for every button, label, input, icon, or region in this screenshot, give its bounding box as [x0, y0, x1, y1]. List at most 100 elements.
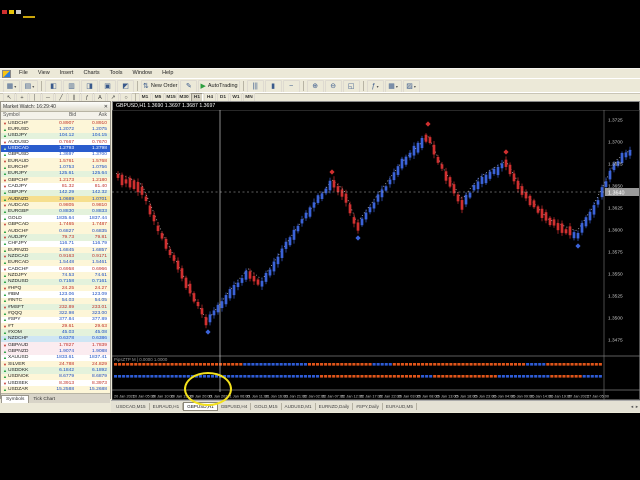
navigator-button[interactable]: ◨: [81, 80, 98, 93]
market-watch-row-eurchf[interactable]: ▲EURCHF1.07531.0756: [1, 164, 110, 170]
market-watch-row-silver[interactable]: ▼SILVER24.78824.829: [1, 361, 110, 367]
menu-help[interactable]: Help: [157, 69, 178, 78]
indicators-button[interactable]: ƒ▾: [367, 80, 384, 93]
templates-button[interactable]: ▨▾: [403, 80, 420, 93]
market-watch-row-usdnok[interactable]: ▲USDNOK8.67798.6879: [1, 374, 110, 380]
market-watch-tab-symbols[interactable]: Symbols: [1, 395, 29, 403]
market-watch-row-usdcad[interactable]: ▲USDCAD1.27931.2798: [1, 145, 110, 151]
market-watch-row-euraud[interactable]: ▼EURAUD1.57611.5768: [1, 158, 110, 164]
market-watch-row-msft[interactable]: ▼#MSFT232.89233.01: [1, 304, 110, 310]
ask-value: 0.7670: [77, 140, 110, 145]
market-watch-row-chfjpy[interactable]: ▲CHFJPY116.71116.79: [1, 241, 110, 247]
chart-tab-euraud-h1[interactable]: EURAUD,H1: [150, 403, 184, 410]
market-watch-row-xom[interactable]: ▲#XOM45.0345.08: [1, 329, 110, 335]
market-watch-row-cadjpy[interactable]: ▼CADJPY81.3281.40: [1, 183, 110, 189]
chevron-down-icon[interactable]: ▾: [377, 84, 379, 89]
market-watch-row-hpq[interactable]: ▼#HPQ24.2524.27: [1, 285, 110, 291]
arrow-up-icon: ▲: [3, 241, 7, 246]
chevron-down-icon[interactable]: ▾: [14, 84, 16, 89]
chart-tab-usdcad-m15[interactable]: USDCAD,M15: [113, 403, 150, 410]
profiles-button[interactable]: ▤▾: [21, 80, 38, 93]
chart-tab-gold-m15[interactable]: GOLD,M15: [251, 403, 281, 410]
chart-window-title: GBPUSD,H1 1.3690 1.3697 1.3687 1.3697: [112, 101, 640, 110]
chart-tab-eurnzd-daily[interactable]: EURNZD,Daily: [316, 403, 354, 410]
market-watch-row-usdjpy[interactable]: ▲USDJPY104.12104.15: [1, 133, 110, 139]
zoom-out-button[interactable]: ⊖: [325, 80, 342, 93]
market-watch-row-audnzd[interactable]: ▲AUDNZD1.06891.0701: [1, 196, 110, 202]
market-watch-row-gold[interactable]: ▲GOLD1835.641837.44: [1, 215, 110, 221]
menu-tools[interactable]: Tools: [105, 69, 128, 78]
market-watch-row-nzdusd[interactable]: ▲NZDUSD0.71580.7161: [1, 279, 110, 285]
market-watch-row-nzdjpy[interactable]: ▲NZDJPY74.5374.61: [1, 272, 110, 278]
chevron-down-icon[interactable]: ▾: [414, 84, 416, 89]
close-icon[interactable]: ✕: [104, 104, 108, 110]
market-watch-row-eurjpy[interactable]: ▲EURJPY125.61125.64: [1, 171, 110, 177]
toolbar-separator: [303, 81, 304, 91]
market-watch-row-spy[interactable]: ▲#SPY377.84377.89: [1, 317, 110, 323]
market-watch-row-audchf[interactable]: ▲AUDCHF0.68270.6835: [1, 228, 110, 234]
market-watch-row-audcad[interactable]: ▼AUDCAD0.98050.9810: [1, 202, 110, 208]
market-watch-row-eurgbp[interactable]: ▲EURGBP0.88300.8833: [1, 209, 110, 215]
zoom-out-icon: ⊖: [330, 82, 336, 90]
new-order-button[interactable]: ⇅New Order: [141, 80, 179, 93]
market-watch-row-gbpjpy[interactable]: ▲GBPJPY142.29142.32: [1, 190, 110, 196]
ask-value: 1.5461: [77, 260, 110, 265]
candle-chart-mode-button[interactable]: ▮: [265, 80, 282, 93]
menu-insert[interactable]: Insert: [55, 69, 79, 78]
market-watch-row-gbpcad[interactable]: ▼GBPCAD1.74651.7487: [1, 222, 110, 228]
market-watch-row-gbpaud[interactable]: ▼GBPAUD1.78271.7839: [1, 342, 110, 348]
chart-canvas[interactable]: 1.36401.37251.37001.36751.36501.36251.36…: [112, 110, 640, 400]
market-watch-row-usdzar[interactable]: ▲USDZAR15.258815.2688: [1, 386, 110, 392]
metaeditor-button[interactable]: ✎: [180, 80, 197, 93]
market-watch-row-usddkk[interactable]: ▲USDDKK6.18426.1892: [1, 367, 110, 373]
chart-tab--spy-daily[interactable]: #SPY,Daily: [353, 403, 383, 410]
line-chart-mode-button[interactable]: ~: [283, 80, 300, 93]
ask-value: 1.6857: [77, 248, 110, 253]
chart-tab-gbpusd-h4[interactable]: GBPUSD,H4: [218, 403, 252, 410]
chart-tab-euraud-m5[interactable]: EURAUD,M5: [383, 403, 417, 410]
market-watch-toggle-button[interactable]: ◧: [45, 80, 62, 93]
menu-file[interactable]: File: [14, 69, 33, 78]
tab-scroll-arrows[interactable]: ◄ ►: [630, 404, 640, 409]
column-ask[interactable]: Ask: [76, 112, 110, 119]
market-watch-row-gbpusd[interactable]: ▲GBPUSD1.36971.3700: [1, 152, 110, 158]
market-watch-row-t[interactable]: ▼#T29.6129.63: [1, 323, 110, 329]
arrow-up-icon: ▲: [3, 216, 7, 221]
market-watch-row-gbpchf[interactable]: ▼GBPCHF1.21731.2180: [1, 177, 110, 183]
new-chart-button[interactable]: ▦▾: [3, 80, 20, 93]
market-watch-row-eurusd[interactable]: ▲EURUSD1.20721.2075: [1, 126, 110, 132]
market-watch-row-usdsek[interactable]: ▼USDSEK8.39138.3973: [1, 380, 110, 386]
market-watch-row-eurcad[interactable]: ▲EURCAD1.54481.5461: [1, 260, 110, 266]
column-bid[interactable]: Bid: [45, 112, 76, 119]
market-watch-row-usdchf[interactable]: ▼USDCHF0.89070.8910: [1, 120, 110, 126]
bar-chart-mode-button[interactable]: |||: [247, 80, 264, 93]
market-watch-tab-tick-chart[interactable]: Tick Chart: [29, 396, 59, 403]
menu-charts[interactable]: Charts: [78, 69, 104, 78]
chart-tab-audusd-m1[interactable]: AUDUSD,M1: [282, 403, 316, 410]
menu-window[interactable]: Window: [128, 69, 158, 78]
strategy-tester-button[interactable]: ◩: [117, 80, 134, 93]
market-watch-row-nzdchf[interactable]: ▲NZDCHF0.63780.6386: [1, 336, 110, 342]
market-watch-row-nzdcad[interactable]: ▼NZDCAD0.91630.9171: [1, 253, 110, 259]
zoom-in-button[interactable]: ⊕: [307, 80, 324, 93]
market-watch-row-intc[interactable]: ▲#INTC54.0354.05: [1, 298, 110, 304]
terminal-button[interactable]: ▣: [99, 80, 116, 93]
menu-view[interactable]: View: [33, 69, 55, 78]
periods-button[interactable]: ▦▾: [385, 80, 402, 93]
market-watch-row-cadchf[interactable]: ▼CADCHF0.69580.6966: [1, 266, 110, 272]
ask-value: 1.0756: [77, 165, 110, 170]
tile-windows-button[interactable]: ◱: [343, 80, 360, 93]
market-watch-row-xauusd[interactable]: ▲XAUUSD1833.611837.41: [1, 355, 110, 361]
market-watch-row-ibm[interactable]: ▲#IBM123.06123.09: [1, 291, 110, 297]
data-window-button[interactable]: ▥: [63, 80, 80, 93]
market-watch-row-gbpnzd[interactable]: ▲GBPNZD1.90741.9088: [1, 348, 110, 354]
market-watch-panel: Market Watch: 16:29:40 ✕ Symbol Bid Ask …: [0, 101, 111, 399]
market-watch-row-audjpy[interactable]: ▼AUDJPY79.7379.81: [1, 234, 110, 240]
chevron-down-icon[interactable]: ▾: [396, 84, 398, 89]
market-watch-row-audusd[interactable]: ▼AUDUSD0.76670.7670: [1, 139, 110, 145]
column-symbol[interactable]: Symbol: [1, 112, 45, 119]
market-watch-row-qqq[interactable]: ▲#QQQ322.98323.00: [1, 310, 110, 316]
market-watch-row-eurnzd[interactable]: ▲EURNZD1.68451.6857: [1, 247, 110, 253]
chevron-down-icon[interactable]: ▾: [32, 84, 34, 89]
autotrading-button[interactable]: ▶AutoTrading: [198, 80, 239, 93]
